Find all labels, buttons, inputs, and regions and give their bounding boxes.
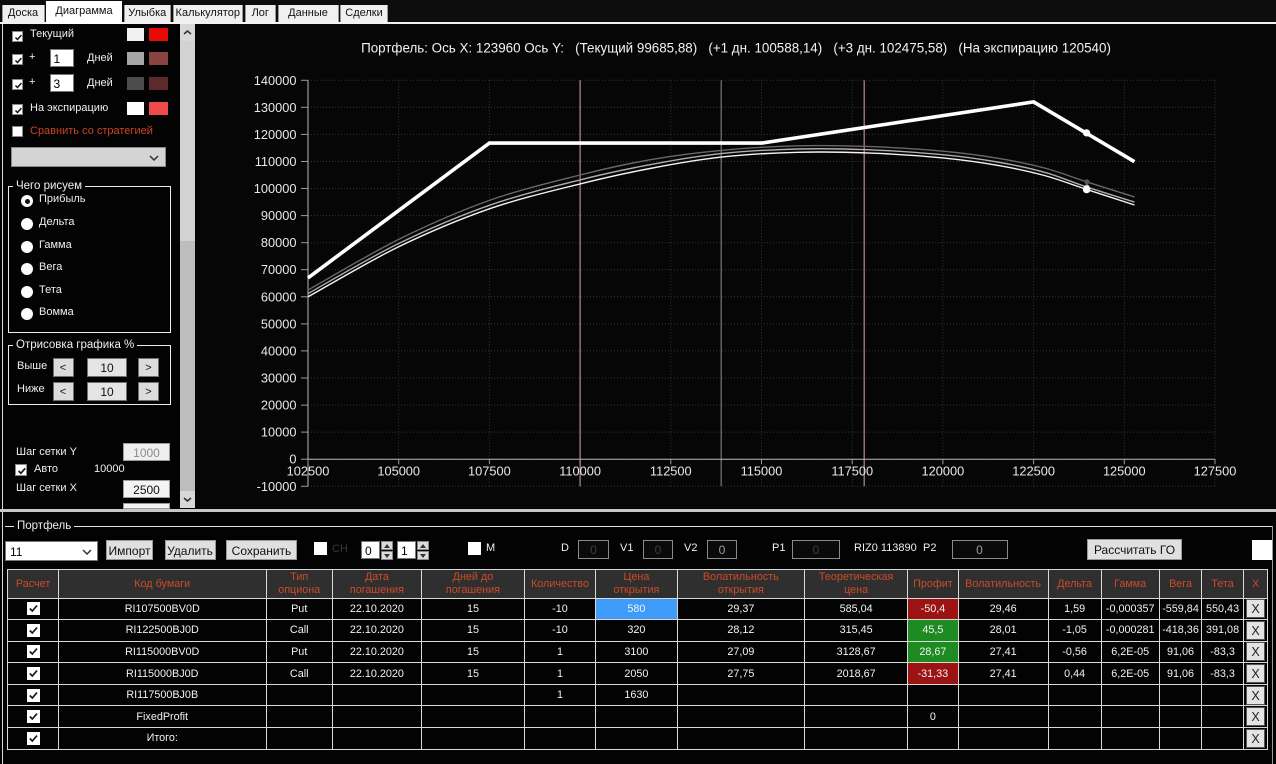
svg-text:10000: 10000 [261, 425, 297, 440]
svg-text:100000: 100000 [254, 181, 297, 196]
svg-text:105000: 105000 [377, 464, 420, 479]
svg-text:120000: 120000 [254, 127, 297, 142]
svg-text:80000: 80000 [261, 235, 297, 250]
svg-text:110000: 110000 [255, 154, 297, 169]
svg-text:117500: 117500 [831, 464, 873, 479]
svg-text:30000: 30000 [261, 371, 297, 386]
svg-text:40000: 40000 [261, 343, 297, 358]
svg-text:90000: 90000 [261, 208, 297, 223]
svg-text:60000: 60000 [261, 289, 297, 304]
svg-text:125000: 125000 [1103, 464, 1146, 479]
svg-text:50000: 50000 [261, 316, 297, 331]
svg-text:122500: 122500 [1012, 464, 1055, 479]
svg-text:127500: 127500 [1194, 464, 1237, 479]
svg-text:20000: 20000 [261, 398, 297, 413]
svg-text:-10000: -10000 [257, 479, 297, 494]
svg-text:110000: 110000 [559, 464, 601, 479]
svg-text:Портфель: Ось X: 123960 Ось Y:: Портфель: Ось X: 123960 Ось Y: (Текущий … [361, 41, 1111, 56]
svg-text:70000: 70000 [261, 262, 297, 277]
svg-text:107500: 107500 [468, 464, 511, 479]
svg-text:140000: 140000 [254, 73, 297, 88]
svg-text:130000: 130000 [254, 100, 297, 115]
svg-text:120000: 120000 [922, 464, 965, 479]
svg-text:112500: 112500 [650, 464, 692, 479]
svg-text:102500: 102500 [287, 464, 330, 479]
svg-text:115000: 115000 [741, 464, 783, 479]
